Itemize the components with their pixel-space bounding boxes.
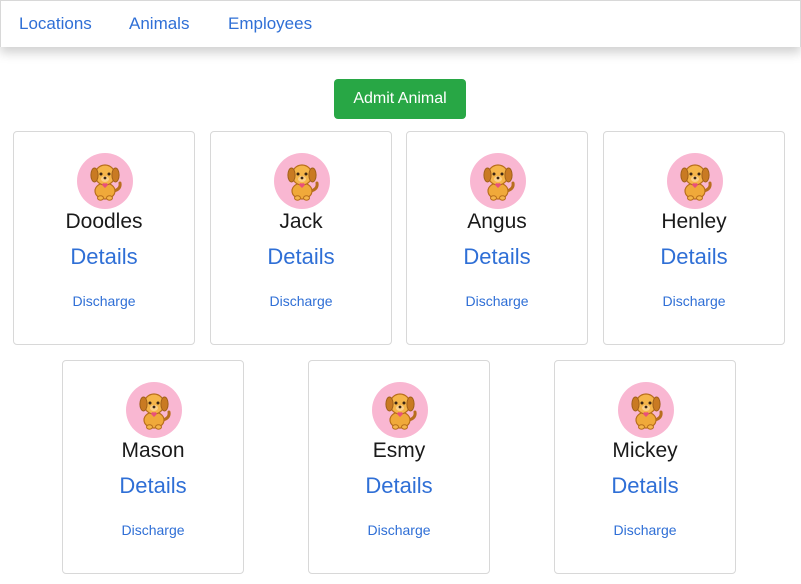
- details-link[interactable]: Details: [309, 473, 489, 499]
- animal-card: Mickey Details Discharge: [554, 360, 736, 574]
- animal-name: Angus: [467, 210, 527, 233]
- nav-link-animals[interactable]: Animals: [129, 14, 189, 34]
- discharge-link[interactable]: Discharge: [309, 521, 489, 539]
- puppy-icon: [667, 153, 723, 209]
- nav-link-employees[interactable]: Employees: [228, 14, 312, 34]
- animal-card: Mason Details Discharge: [62, 360, 244, 574]
- puppy-icon: [274, 153, 330, 209]
- details-link[interactable]: Details: [63, 473, 243, 499]
- animal-card: Henley Details Discharge: [603, 131, 785, 345]
- discharge-link[interactable]: Discharge: [555, 521, 735, 539]
- puppy-icon: [372, 382, 428, 438]
- nav-link-locations[interactable]: Locations: [19, 14, 92, 34]
- animal-name: Henley: [661, 210, 727, 233]
- discharge-link[interactable]: Discharge: [14, 292, 194, 310]
- discharge-link[interactable]: Discharge: [407, 292, 587, 310]
- animal-card: Jack Details Discharge: [210, 131, 392, 345]
- details-link[interactable]: Details: [604, 244, 784, 270]
- animal-name: Jack: [279, 210, 323, 233]
- puppy-icon: [618, 382, 674, 438]
- animal-card: Angus Details Discharge: [406, 131, 588, 345]
- animal-name: Doodles: [65, 210, 143, 233]
- details-link[interactable]: Details: [555, 473, 735, 499]
- animal-name: Mason: [121, 439, 185, 462]
- discharge-link[interactable]: Discharge: [63, 521, 243, 539]
- discharge-link[interactable]: Discharge: [604, 292, 784, 310]
- animal-name: Esmy: [372, 439, 426, 462]
- top-navbar: Locations Animals Employees: [0, 0, 801, 47]
- puppy-icon: [77, 153, 133, 209]
- discharge-link[interactable]: Discharge: [211, 292, 391, 310]
- details-link[interactable]: Details: [407, 244, 587, 270]
- puppy-icon: [126, 382, 182, 438]
- details-link[interactable]: Details: [211, 244, 391, 270]
- admit-animal-button[interactable]: Admit Animal: [334, 79, 466, 119]
- animal-card: Doodles Details Discharge: [13, 131, 195, 345]
- details-link[interactable]: Details: [14, 244, 194, 270]
- puppy-icon: [470, 153, 526, 209]
- animal-card: Esmy Details Discharge: [308, 360, 490, 574]
- animal-name: Mickey: [612, 439, 678, 462]
